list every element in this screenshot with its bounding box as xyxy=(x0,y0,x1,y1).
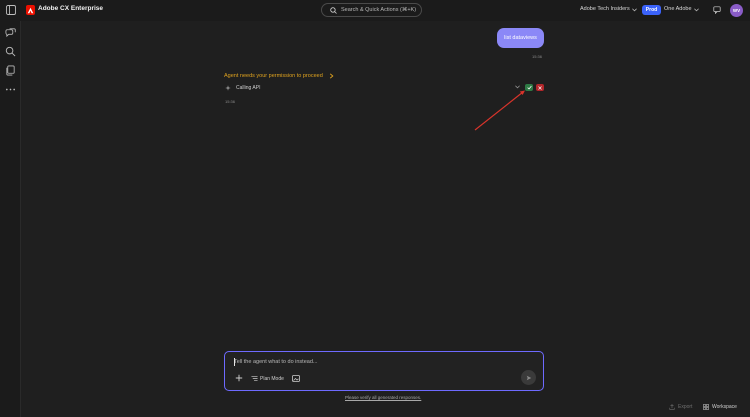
avatar[interactable]: WV xyxy=(730,4,743,17)
search-icon xyxy=(330,6,337,14)
more-icon[interactable] xyxy=(5,84,16,95)
tool-call-label: Calling API xyxy=(236,85,261,91)
user-message-time: 15:36 xyxy=(532,54,543,59)
message-composer[interactable]: Tell the agent what to do instead... Pla… xyxy=(224,351,544,391)
chevron-down-icon[interactable] xyxy=(515,85,520,89)
top-bar: Adobe CX Enterprise Search & Quick Actio… xyxy=(0,0,750,21)
tool-call-step: Calling API xyxy=(225,84,260,92)
search-placeholder: Search & Quick Actions (⌘+K) xyxy=(341,7,417,13)
send-button[interactable] xyxy=(521,370,536,385)
export-button[interactable]: Export xyxy=(669,404,692,410)
close-icon xyxy=(538,85,542,90)
disclaimer-link[interactable]: Please verify all generated responses. xyxy=(345,395,421,400)
chevron-right-icon[interactable] xyxy=(329,73,334,79)
approve-button[interactable] xyxy=(525,84,533,91)
export-icon xyxy=(669,404,675,410)
plan-mode-toggle[interactable]: Plan Mode xyxy=(260,376,284,382)
environment-badge[interactable]: Prod xyxy=(642,5,661,15)
feedback-icon[interactable] xyxy=(713,6,721,14)
image-attach-icon[interactable] xyxy=(292,375,300,382)
user-message: list dataviews xyxy=(497,28,544,48)
adobe-logo xyxy=(26,5,35,15)
send-icon xyxy=(526,375,531,380)
permission-request[interactable]: Agent needs your permission to proceed xyxy=(224,73,323,79)
org-name[interactable]: Adobe Tech Insiders xyxy=(580,6,630,12)
add-icon[interactable] xyxy=(235,374,243,382)
app-title: Adobe CX Enterprise xyxy=(38,5,104,12)
message-input[interactable]: Tell the agent what to do instead... xyxy=(234,359,317,365)
documents-icon[interactable] xyxy=(5,65,16,76)
search-bar[interactable]: Search & Quick Actions (⌘+K) xyxy=(321,3,422,17)
left-rail xyxy=(0,21,21,417)
grid-icon xyxy=(703,404,709,410)
org-switcher[interactable]: One Adobe xyxy=(664,6,692,12)
checkmark-icon xyxy=(526,85,532,90)
chevron-down-icon[interactable] xyxy=(694,8,699,12)
workspace-button[interactable]: Workspace xyxy=(703,404,737,410)
export-label: Export xyxy=(678,404,693,410)
plan-mode-icon[interactable] xyxy=(251,375,258,382)
agent-message-time: 15:36 xyxy=(225,99,236,104)
search-icon[interactable] xyxy=(5,46,16,57)
chat-icon[interactable] xyxy=(5,27,16,38)
sidebar-toggle-icon[interactable] xyxy=(6,5,16,15)
chevron-down-icon[interactable] xyxy=(632,8,637,12)
reject-button[interactable] xyxy=(536,84,544,91)
sparkle-icon xyxy=(225,85,231,91)
workspace-label: Workspace xyxy=(712,404,737,410)
